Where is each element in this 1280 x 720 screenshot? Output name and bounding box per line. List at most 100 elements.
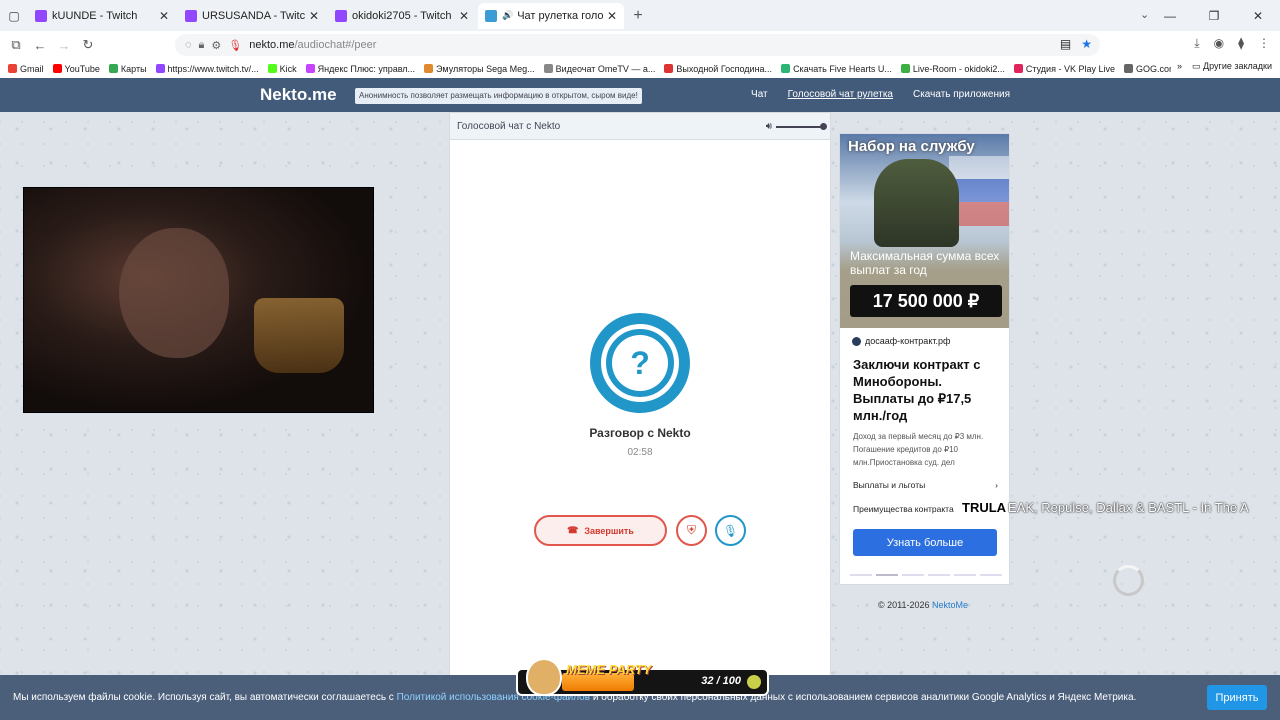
peer-avatar: ?: [590, 313, 690, 413]
nav-chat[interactable]: Чат: [751, 89, 768, 100]
chat-header: Голосовой чат с Nekto 🔊︎: [450, 113, 830, 140]
chevron-double-right-icon[interactable]: »: [1177, 61, 1182, 72]
tab-view-icon[interactable]: ⧉: [4, 37, 28, 53]
bookmark-item[interactable]: Kick: [267, 64, 297, 74]
ad-carousel-dots: [850, 574, 1002, 576]
close-window-icon[interactable]: ✕: [1236, 9, 1280, 23]
bookmark-item[interactable]: https://www.twitch.tv/...: [155, 64, 259, 74]
bookmark-label: Выходной Господина...: [676, 63, 773, 74]
tab-okidoki[interactable]: okidoki2705 - Twitch ✕: [328, 3, 476, 29]
copyright: © 2011-2026 NektoMe: [878, 600, 968, 610]
tab-list-icon[interactable]: ▢: [0, 0, 28, 31]
page-icon: [664, 64, 674, 73]
ad-text: Доход за первый месяц до ₽3 млн. Погашен…: [853, 432, 984, 467]
report-button[interactable]: ⛨: [676, 515, 707, 546]
ad-link-benefits[interactable]: Выплаты и льготы ›: [853, 480, 998, 490]
bookmark-item[interactable]: Скачать Five Hearts U...: [781, 64, 892, 74]
shield-alert-icon: ⛨: [686, 523, 696, 537]
restore-icon[interactable]: ❐: [1192, 9, 1236, 23]
meme-party-overlay: MEME PARTY 32 / 100: [516, 658, 769, 696]
close-icon[interactable]: ✕: [459, 9, 469, 23]
download-icon[interactable]: ⤓: [1194, 36, 1199, 51]
volume-knob[interactable]: [820, 122, 827, 130]
nekto-icon: [485, 9, 497, 22]
reload-icon[interactable]: ↻: [76, 37, 100, 53]
bookmark-item[interactable]: YouTube: [52, 63, 100, 74]
close-icon[interactable]: ✕: [309, 9, 319, 23]
permissions-icon[interactable]: ⚙: [211, 39, 221, 52]
bookmark-star-icon[interactable]: ★: [1081, 37, 1092, 51]
shield-icon[interactable]: ◌: [185, 39, 192, 51]
speaker-icon[interactable]: 🔊: [502, 10, 513, 21]
url-field[interactable]: ◌ 🔒︎ ⚙ 🎙︎ nekto.me/audiochat#/peer ▤ ★: [175, 34, 1100, 56]
doge-icon: [526, 658, 562, 696]
volume-icon: 🔊︎: [765, 121, 772, 132]
download-site-icon: [781, 64, 791, 73]
mute-button[interactable]: 🎙︎: [715, 515, 746, 546]
bookmark-item[interactable]: Эмуляторы Sega Meg...: [424, 64, 535, 74]
close-icon[interactable]: ✕: [607, 9, 617, 23]
nav-voice-roulette[interactable]: Голосовой чат рулетка: [788, 89, 893, 100]
bookmark-item[interactable]: Карты: [108, 63, 147, 74]
sega-icon: [424, 64, 434, 73]
tab-kuunde[interactable]: kUUNDE - Twitch ✕: [28, 3, 176, 29]
bookmark-item[interactable]: Live-Room - okidoki2...: [900, 64, 1005, 74]
peer-name: Разговор с Nekto: [589, 426, 691, 440]
nav-download-apps[interactable]: Скачать приложения: [913, 89, 1010, 100]
bookmark-item[interactable]: Студия - VK Play Live: [1013, 63, 1115, 74]
volume-track[interactable]: [776, 122, 827, 130]
bookmark-item[interactable]: Яндекс Плюс: управл...: [305, 63, 416, 74]
carousel-dot[interactable]: [902, 574, 924, 576]
yandex-plus-icon: [305, 64, 315, 73]
tab-title: URSUSANDA - Twitch: [202, 9, 305, 22]
bookmark-item[interactable]: Выходной Господина...: [664, 64, 772, 74]
carousel-dot[interactable]: [876, 574, 898, 576]
account-icon[interactable]: ◉: [1214, 36, 1224, 51]
volume-slider[interactable]: 🔊︎: [765, 121, 827, 132]
menu-icon[interactable]: ⋮: [1258, 36, 1270, 51]
copyright-link[interactable]: NektoMe: [932, 600, 968, 610]
toolbar-icons: ⤓ ◉ ⧫ ⋮: [1194, 36, 1270, 51]
twitch-icon: [335, 9, 347, 22]
bookmark-label: Студия - VK Play Live: [1025, 63, 1115, 74]
back-icon[interactable]: ←: [28, 38, 52, 53]
ad-learn-more-button[interactable]: Узнать больше: [853, 529, 997, 556]
tab-nekto[interactable]: 🔊 Чат рулетка голосовая — ... ✕: [478, 2, 624, 29]
ad-link-label: Преимущества контракта: [853, 504, 954, 514]
maps-icon: [108, 64, 118, 73]
tab-ursusanda[interactable]: URSUSANDA - Twitch ✕: [178, 3, 326, 29]
address-bar: ⧉ ← → ↻ ◌ 🔒︎ ⚙ 🎙︎ nekto.me/audiochat#/pe…: [0, 31, 1280, 59]
webcam-glass: [254, 298, 344, 373]
carousel-dot[interactable]: [980, 574, 1002, 576]
meme-party-label: MEME PARTY: [566, 662, 652, 677]
bookmark-label: YouTube: [64, 63, 100, 74]
bookmark-item[interactable]: Видеочат OmeTV — а...: [543, 63, 656, 74]
extensions-icon[interactable]: ⧫: [1238, 36, 1244, 51]
site-logo[interactable]: Nekto.me: [260, 85, 337, 105]
twitch-icon: [185, 9, 197, 22]
new-tab-icon[interactable]: +: [626, 7, 650, 25]
bookmark-label: Карты: [120, 63, 147, 74]
lock-icon[interactable]: 🔒︎: [199, 39, 205, 52]
youtube-icon: [52, 64, 62, 73]
close-icon[interactable]: ✕: [159, 9, 169, 23]
bookmark-label: Яндекс Плюс: управл...: [317, 63, 416, 74]
reader-view-icon[interactable]: ▤: [1060, 37, 1071, 51]
site: Nekto.me Анонимность позволяет размещать…: [0, 78, 1280, 720]
ad-banner[interactable]: Набор на службу Максимальная сумма всех …: [839, 133, 1010, 585]
now-playing-tag: TRULA: [962, 499, 1007, 515]
forward-icon[interactable]: →: [52, 38, 76, 53]
bookmark-item[interactable]: Gmail: [8, 64, 44, 74]
end-call-button[interactable]: ☎ Завершить: [534, 515, 667, 546]
accept-cookies-button[interactable]: Принять: [1207, 685, 1267, 710]
minimize-icon[interactable]: —: [1148, 9, 1192, 23]
carousel-dot[interactable]: [954, 574, 976, 576]
carousel-dot[interactable]: [850, 574, 872, 576]
bookmark-item[interactable]: GOG.com: [1123, 64, 1177, 74]
bookmarks-right: » ▭ Другие закладки: [1171, 61, 1272, 72]
other-bookmarks[interactable]: ▭ Другие закладки: [1192, 61, 1272, 72]
mic-in-use-icon[interactable]: 🎙︎: [228, 39, 242, 52]
bookmark-label: Видеочат OmeTV — а...: [555, 63, 656, 74]
carousel-dot[interactable]: [928, 574, 950, 576]
now-playing-overlay: TRULA EAK, Repulse, Dallax & BASTL - In T…: [962, 497, 1258, 517]
